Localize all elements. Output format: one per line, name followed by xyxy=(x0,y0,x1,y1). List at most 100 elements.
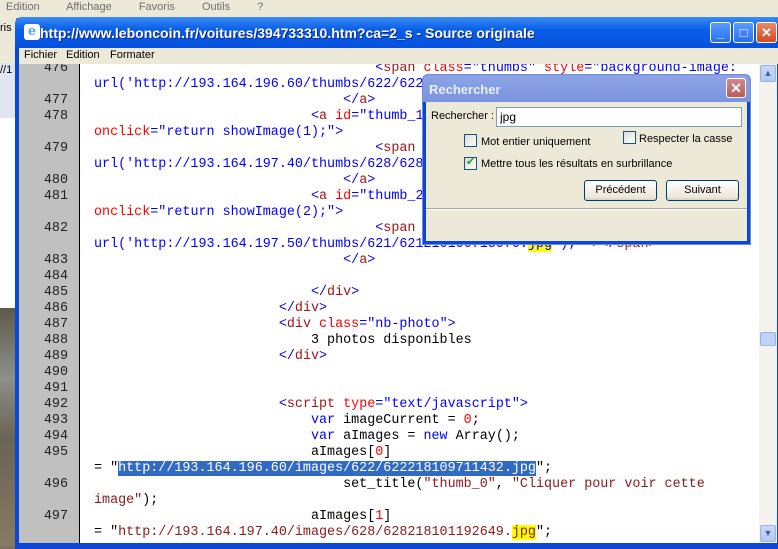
dialog-title: Rechercher xyxy=(429,82,501,97)
code-token: "; xyxy=(535,525,553,540)
line-number: 482 xyxy=(43,221,68,236)
highlight-all-checkbox[interactable] xyxy=(464,155,477,170)
code-text: </a> xyxy=(94,253,375,269)
search-input[interactable] xyxy=(496,107,742,127)
code-token: < xyxy=(278,317,287,332)
code-text: </a> xyxy=(94,93,375,109)
code-row: 486 </div> xyxy=(19,301,762,317)
code-token: onclick xyxy=(94,205,151,220)
code-token: > xyxy=(319,349,328,364)
code-token: = " xyxy=(94,525,119,540)
vertical-scrollbar[interactable]: ▲ ▼ xyxy=(759,64,777,543)
line-number: 485 xyxy=(43,285,68,300)
browser-menu-help[interactable]: ? xyxy=(257,1,263,13)
code-text: var aImages = new Array(); xyxy=(94,429,520,445)
window-bottom-border xyxy=(19,543,778,549)
code-row: 488 3 photos disponibles xyxy=(19,333,762,349)
menu-fichier[interactable]: Fichier xyxy=(24,49,57,61)
code-token: "thumb_2 xyxy=(359,189,424,204)
code-text: </a> xyxy=(94,173,375,189)
code-token: ] xyxy=(383,509,392,524)
code-text: <span xyxy=(94,221,415,237)
code-row: = "http://193.164.197.40/images/628/6282… xyxy=(19,525,762,541)
browser-menu-affichage[interactable]: Affichage xyxy=(66,1,112,13)
line-number: 490 xyxy=(43,365,68,380)
code-token: url('http://193.164.196.60/thumbs/622/62… xyxy=(94,77,424,92)
minimize-button[interactable]: _ xyxy=(710,22,731,43)
code-row: 490 xyxy=(19,365,762,381)
line-number: 483 xyxy=(43,253,68,268)
code-row: 492 <script type="text/javascript"> xyxy=(19,397,762,413)
match-case-checkbox[interactable] xyxy=(623,131,636,144)
line-number: 495 xyxy=(43,445,68,460)
dialog-close-button[interactable]: ✕ xyxy=(726,78,746,98)
code-text: </div> xyxy=(94,285,359,301)
code-token: "text/javascript"> xyxy=(383,397,528,412)
code-token: span xyxy=(383,64,424,76)
line-number: 491 xyxy=(43,381,68,396)
whole-word-checkbox[interactable] xyxy=(464,134,477,147)
menu-formater[interactable]: Formater xyxy=(110,49,155,61)
maximize-button[interactable]: □ xyxy=(733,22,754,43)
code-text: <div class="nb-photo"> xyxy=(94,317,456,333)
code-token: </ xyxy=(343,253,360,268)
code-row: 483 </a> xyxy=(19,253,762,269)
code-token: = " xyxy=(94,461,119,476)
line-number: 487 xyxy=(43,317,68,332)
menu-edition[interactable]: Edition xyxy=(66,49,100,61)
code-token: </ xyxy=(343,93,360,108)
title-bar[interactable]: e http://www.leboncoin.fr/voitures/39473… xyxy=(15,17,778,48)
scroll-down-icon[interactable]: ▼ xyxy=(760,525,776,542)
browser-menu-favoris[interactable]: Favoris xyxy=(139,1,175,13)
code-token: script xyxy=(286,397,344,412)
code-token: http://193.164.197.40/images/628/6282181… xyxy=(118,525,512,540)
match-case-label[interactable]: Respecter la casse xyxy=(639,133,733,145)
code-token: Array(); xyxy=(455,429,520,444)
code-token: < xyxy=(310,189,320,204)
code-text: </div> xyxy=(94,301,327,317)
menu-bar: Fichier Edition Formater xyxy=(19,48,778,64)
close-button[interactable]: ✕ xyxy=(756,22,777,43)
code-token: image" xyxy=(94,493,143,508)
line-number: 479 xyxy=(43,141,68,156)
code-row: 489 </div> xyxy=(19,349,762,365)
line-number: 478 xyxy=(43,109,68,124)
code-text: = "http://193.164.197.40/images/628/6282… xyxy=(94,525,552,541)
code-token: > xyxy=(367,253,376,268)
code-token: id xyxy=(335,189,352,204)
scroll-up-icon[interactable]: ▲ xyxy=(760,65,776,82)
code-token: aImages = xyxy=(343,429,424,444)
code-token: 3 photos disponibles xyxy=(94,333,472,348)
code-token: aImages[ xyxy=(94,509,376,524)
highlight-all-label[interactable]: Mettre tous les résultats en surbrillanc… xyxy=(481,158,672,170)
code-token: var xyxy=(310,429,344,444)
code-token: > xyxy=(367,93,376,108)
browser-menu-outils[interactable]: Outils xyxy=(202,1,230,13)
code-text: var imageCurrent = 0; xyxy=(94,413,480,429)
code-token: "nb-photo"> xyxy=(367,317,456,332)
code-text: </div> xyxy=(94,349,327,365)
code-row: 487 <div class="nb-photo"> xyxy=(19,317,762,333)
scroll-thumb[interactable] xyxy=(760,332,776,346)
next-button[interactable]: Suivant xyxy=(666,180,739,201)
browser-menu-edition[interactable]: Edition xyxy=(6,1,40,13)
code-token: > xyxy=(319,301,328,316)
dialog-title-bar[interactable]: Rechercher ✕ xyxy=(423,75,750,102)
code-text: url('http://193.164.197.40/thumbs/628/62… xyxy=(94,157,423,173)
code-text: aImages[0] xyxy=(94,445,391,461)
background-address: //1 xyxy=(0,64,13,76)
code-token: </ xyxy=(310,285,328,300)
code-token: "thumb_0" xyxy=(423,477,496,492)
previous-button[interactable]: Précédent xyxy=(584,180,657,201)
code-token: "; xyxy=(535,461,553,476)
code-token: span xyxy=(383,221,416,236)
whole-word-label[interactable]: Mot entier uniquement xyxy=(481,136,590,148)
